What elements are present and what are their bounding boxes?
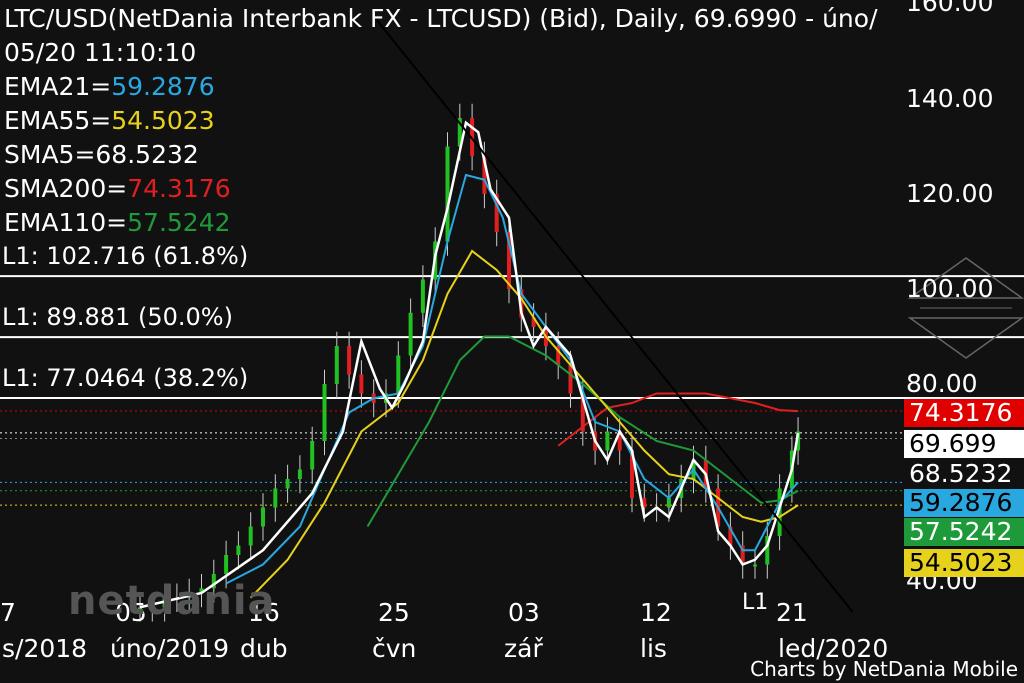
x-tick-top: 7	[0, 598, 16, 627]
netdania-logo: netdania	[68, 578, 276, 624]
indicator-value: 68.5232	[95, 140, 199, 169]
trendline	[375, 19, 854, 613]
price-tag: 68.5232	[904, 460, 1024, 488]
fib-label: L1: 77.0464 (38.2%)	[2, 364, 249, 393]
chart-title: LTC/USD(NetDania Interbank FX - LTCUSD) …	[4, 4, 878, 33]
price-tag: 69.699	[904, 430, 1024, 458]
candle-body	[236, 545, 241, 555]
indicator-ema55: EMA55=54.5023	[4, 104, 215, 138]
chart-timestamp: 05/20 11:10:10	[4, 38, 197, 67]
indicator-sma200: SMA200=74.3176	[4, 172, 231, 206]
indicator-value: 57.5242	[127, 208, 231, 237]
indicator-value: 54.5023	[111, 106, 215, 135]
fib-label: L1: 89.881 (50.0%)	[2, 303, 233, 332]
candle-body	[445, 146, 450, 242]
indicator-label: EMA55=	[4, 106, 112, 135]
indicator-value: 74.3176	[127, 174, 231, 203]
candle-body	[297, 469, 302, 479]
indicator-label: SMA200=	[4, 174, 128, 203]
candle-body	[568, 365, 573, 394]
candle-body	[408, 312, 413, 356]
candle-body	[310, 441, 315, 470]
y-tick-label: 120.00	[906, 179, 994, 208]
x-tick-top: 03	[508, 598, 540, 627]
indicator-label: EMA110=	[4, 208, 128, 237]
candle-body	[605, 431, 610, 451]
price-tag: 59.2876	[904, 489, 1024, 517]
x-tick-top: 12	[640, 598, 672, 627]
candle-body	[359, 374, 364, 394]
candle-body	[396, 355, 401, 394]
y-tick-label: 140.00	[906, 84, 994, 113]
indicator-ema21: EMA21=59.2876	[4, 70, 215, 104]
x-tick-bottom: lis	[640, 634, 667, 663]
series-ema55	[249, 249, 799, 599]
footer-credit[interactable]: Charts by NetDania Mobile	[750, 657, 1018, 681]
candle-body	[753, 564, 757, 567]
x-tick-top: 25	[378, 598, 410, 627]
indicator-sma5: SMA5=68.5232	[4, 138, 199, 172]
x-tick-bottom: úno/2019	[110, 634, 230, 663]
fib-label: L1: 102.716 (61.8%)	[2, 242, 249, 271]
indicator-label: EMA21=	[4, 72, 112, 101]
candle-body	[322, 384, 327, 441]
x-tick-bottom: čvn	[372, 634, 417, 663]
indicator-label: SMA5=	[4, 140, 96, 169]
x-tick-bottom: zář	[504, 634, 543, 663]
candle-body	[334, 346, 339, 384]
trendline-label: L1	[742, 590, 769, 615]
x-tick-top: 21	[776, 598, 808, 627]
scroll-arrows	[907, 257, 1024, 359]
candle-body	[261, 507, 265, 527]
y-tick-label: 80.00	[906, 369, 978, 398]
price-tag: 74.3176	[904, 399, 1024, 427]
indicator-ema110: EMA110=57.5242	[4, 206, 231, 240]
price-tag: 54.5023	[904, 549, 1024, 577]
indicator-value: 59.2876	[111, 72, 215, 101]
y-tick-label: 160.00	[906, 0, 994, 17]
candle-body	[224, 555, 229, 574]
y-tick-label: 100.00	[906, 274, 994, 303]
x-tick-bottom: s/2018	[2, 634, 88, 663]
price-grid	[0, 410, 904, 506]
candle-body	[666, 498, 671, 508]
price-tag: 57.5242	[904, 518, 1024, 546]
x-tick-bottom: dub	[240, 634, 288, 663]
candle-body	[273, 488, 278, 508]
candle-body	[347, 346, 352, 375]
candlesticks	[138, 103, 801, 622]
candle-body	[248, 526, 253, 546]
candle-body	[285, 479, 290, 489]
candle-body	[420, 279, 425, 313]
